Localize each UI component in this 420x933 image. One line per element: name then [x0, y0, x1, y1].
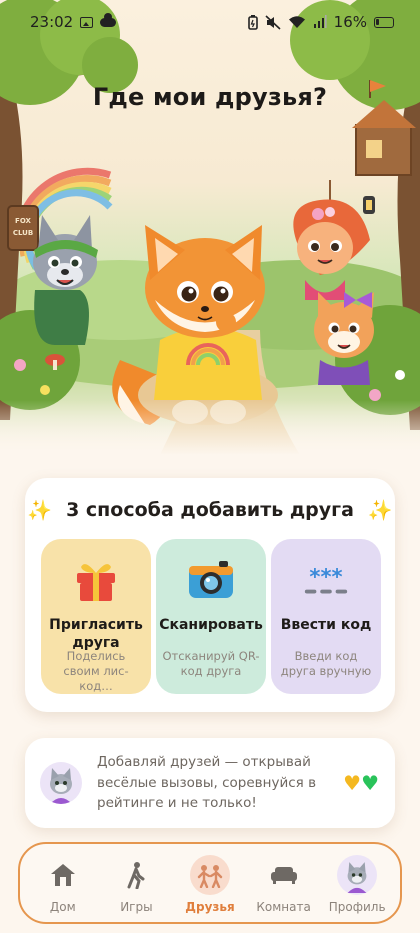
add-friend-title: 3 способа добавить друга	[66, 499, 354, 521]
battery-saver-icon	[247, 14, 258, 30]
friends-icon	[189, 855, 230, 895]
avatar	[40, 762, 82, 804]
mute-icon	[265, 14, 281, 30]
avatar-icon	[337, 855, 378, 895]
nav-item-friends[interactable]: Друзья	[175, 847, 245, 919]
status-time: 23:02	[30, 13, 74, 31]
sofa-icon	[264, 855, 304, 895]
info-banner: Добавляй друзей — открывай весёлые вызов…	[25, 738, 395, 828]
add-friend-options: Пригласить друга Поделись своим лис-код……	[41, 539, 381, 694]
add-friend-header: ✨ 3 способа добавить друга ✨	[25, 498, 395, 522]
nav-label-profile: Профиль	[328, 900, 386, 914]
enter-code-label: Ввести код	[280, 617, 372, 633]
invite-friend-subtitle: Поделись своим лис-код…	[63, 649, 129, 693]
svg-text:***: ***	[309, 564, 342, 589]
invite-friend-button[interactable]: Пригласить друга Поделись своим лис-код…	[41, 539, 151, 694]
sparkle-icon: ✨	[27, 498, 53, 522]
hero-scene: FOX CLUB	[0, 0, 420, 455]
yellow-heart-icon: ♥	[343, 771, 362, 795]
sparkle-icon: ✨	[367, 498, 393, 522]
status-bar: 23:02 16%	[0, 0, 420, 44]
nav-label-friends: Друзья	[185, 900, 235, 914]
signal-icon	[313, 15, 327, 28]
nav-item-games[interactable]: Игры	[101, 847, 171, 919]
scan-qr-button[interactable]: Сканировать Отсканируй QR-код друга	[156, 539, 266, 694]
invite-friend-label: Пригласить друга	[49, 617, 143, 651]
code-icon: ***	[301, 555, 351, 605]
status-left: 23:02	[30, 12, 117, 31]
enter-code-subtitle: Введи код друга вручную	[280, 649, 372, 678]
nav-item-profile[interactable]: Профиль	[322, 847, 392, 919]
wifi-icon	[288, 16, 305, 28]
cloud-icon	[100, 12, 117, 27]
hero-illustration: FOX CLUB Где мои друзья?	[0, 0, 420, 455]
nav-label-room: Комната	[256, 900, 311, 914]
info-text: Добавляй друзей — открывай весёлые вызов…	[97, 754, 317, 811]
gift-icon	[71, 555, 121, 605]
sign-text-club: CLUB	[13, 229, 33, 237]
scan-qr-subtitle: Отсканируй QR-код друга	[162, 649, 260, 678]
fox-girl-character	[314, 292, 374, 385]
enter-code-button[interactable]: *** Ввести код Введи код друга вручную	[271, 539, 381, 694]
nav-item-home[interactable]: Дом	[28, 847, 98, 919]
camera-icon	[186, 555, 236, 605]
nav-item-room[interactable]: Комната	[249, 847, 319, 919]
battery-icon	[374, 16, 394, 28]
home-icon	[43, 855, 83, 895]
bottom-navigation: Дом Игры Друзья Комната Профиль	[18, 842, 402, 924]
wolf-character	[33, 215, 98, 345]
scan-qr-label: Сканировать	[159, 617, 263, 633]
status-right: 16%	[247, 13, 394, 31]
add-friend-card: ✨ 3 способа добавить друга ✨ Пригласить …	[25, 478, 395, 712]
hearts: ♥ ♥	[343, 771, 379, 795]
nav-label-games: Игры	[120, 900, 153, 914]
nav-label-home: Дом	[49, 900, 76, 914]
image-icon	[80, 16, 94, 28]
games-icon	[116, 855, 156, 895]
battery-percent: 16%	[333, 13, 367, 31]
page-title: Где мои друзья?	[92, 83, 328, 111]
sign-text-fox: FOX	[15, 217, 31, 225]
green-heart-icon: ♥	[361, 771, 379, 795]
